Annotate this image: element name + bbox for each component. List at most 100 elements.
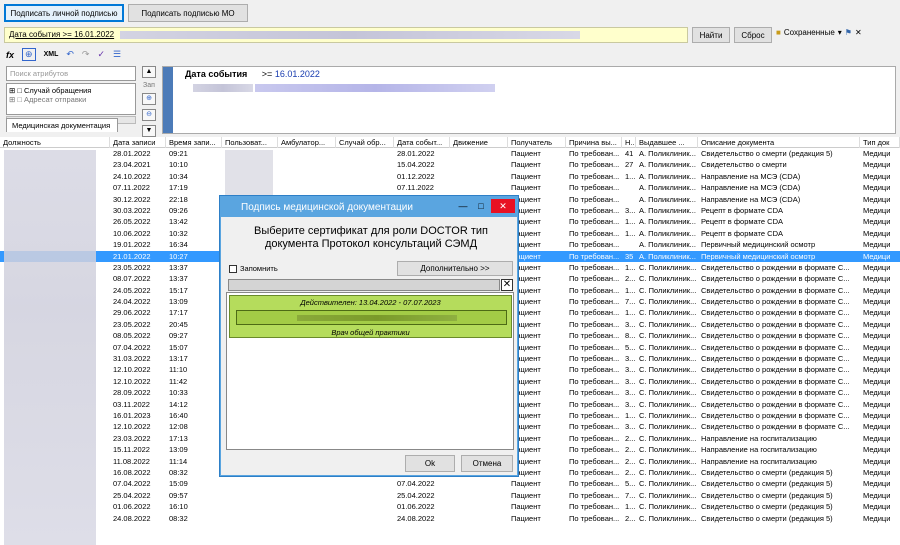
table-cell: 17:13 <box>169 433 188 443</box>
ok-button[interactable]: Ok <box>405 455 455 472</box>
table-header: Должность Дата записи Время запи... Пользов… <box>0 137 900 148</box>
table-cell: 3... <box>625 422 636 432</box>
certificate-list[interactable]: Действителен: 13.04.2022 - 07.07.2023 Вр… <box>226 292 514 450</box>
column-header[interactable]: Движение <box>450 137 508 148</box>
chevron-down-icon[interactable]: ▾ <box>838 28 842 37</box>
column-header[interactable]: Должность <box>0 137 110 148</box>
column-header[interactable]: Дата событ... <box>394 137 450 148</box>
column-header[interactable]: Н... <box>622 137 636 148</box>
table-cell <box>450 182 508 193</box>
expression-line[interactable]: Дата события >= 16.01.2022 <box>185 69 320 79</box>
saved-filters[interactable]: ■ Сохраненные ▾ ⚑ ✕ <box>776 28 862 37</box>
table-cell: 10:10 <box>169 160 188 170</box>
reset-button[interactable]: Сброс <box>734 27 772 43</box>
table-cell: Свидетельство о рождении в формате С... <box>701 410 850 420</box>
redo-icon[interactable]: ↷ <box>82 49 90 60</box>
table-row[interactable]: 23.04.2021 10:10 15.04.2022 Пациент По требо… <box>0 159 900 170</box>
table-cell: Первичный медицинский осмотр <box>701 240 816 250</box>
certificate-item[interactable]: Действителен: 13.04.2022 - 07.07.2023 Вр… <box>229 295 512 338</box>
more-options-button[interactable]: Дополнительно >> <box>397 261 513 276</box>
list-icon[interactable]: ☰ <box>113 49 121 60</box>
certificate-owner <box>236 310 507 325</box>
column-header[interactable]: Дата записи <box>110 137 166 148</box>
group-icon[interactable]: ⊕ <box>22 48 36 61</box>
table-cell: Медици <box>863 410 891 420</box>
function-icon[interactable]: fx <box>6 50 14 60</box>
expression-panel[interactable]: Дата события >= 16.01.2022 <box>162 66 896 134</box>
table-cell: С. Поликлиник... <box>639 399 697 409</box>
spellcheck-icon[interactable]: ✓ <box>97 49 105 60</box>
close-icon[interactable]: ✕ <box>491 199 515 213</box>
table-cell: С. Поликлиник... <box>639 388 697 398</box>
table-row[interactable]: 07.11.2022 17:19 07.11.2022 Пациент По требо… <box>0 182 900 193</box>
table-cell: Свидетельство о рождении в формате С... <box>701 376 850 386</box>
down-icon[interactable]: ▼ <box>142 125 156 137</box>
column-header[interactable]: Тип док <box>860 137 900 148</box>
table-cell: 11:10 <box>169 365 188 375</box>
column-header[interactable]: Амбулатор... <box>278 137 336 148</box>
table-cell: 14:12 <box>169 399 188 409</box>
table-row[interactable]: 24.10.2022 10:34 01.12.2022 Пациент По требо… <box>0 171 900 182</box>
table-cell: 23.03.2022 <box>113 433 151 443</box>
certificate-filter-input[interactable] <box>228 279 500 291</box>
table-cell: 07.04.2022 <box>113 342 151 352</box>
find-button[interactable]: Найти <box>692 27 730 43</box>
sign-personal-button[interactable]: Подписать личной подписью <box>4 4 124 22</box>
cancel-button[interactable]: Отмена <box>461 455 513 472</box>
filter-bar[interactable]: Дата события >= 16.01.2022 <box>4 27 688 43</box>
sign-mo-button[interactable]: Подписать подписью МО <box>128 4 248 22</box>
table-cell: Направление на МСЭ (CDA) <box>701 183 801 193</box>
close-icon[interactable]: ✕ <box>855 28 862 37</box>
table-cell: Медици <box>863 251 891 261</box>
table-cell: А. Поликлиник... <box>639 171 696 181</box>
table-cell: 24.04.2022 <box>113 297 151 307</box>
table-row[interactable]: 24.08.2022 08:32 24.08.2022 Пациент По требо… <box>0 513 900 524</box>
tab-medical-documentation[interactable]: Медицинская документация <box>6 118 118 132</box>
table-row[interactable]: 28.01.2022 09:21 28.01.2022 Пациент По требо… <box>0 148 900 159</box>
table-cell <box>0 273 110 284</box>
table-row[interactable]: 01.06.2022 16:10 01.06.2022 Пациент По требо… <box>0 501 900 512</box>
table-cell: По требован... <box>569 160 620 170</box>
table-cell: Медици <box>863 467 891 477</box>
table-cell: 1... <box>625 308 636 318</box>
column-header[interactable]: Случай обр... <box>336 137 394 148</box>
maximize-icon[interactable]: □ <box>473 199 489 213</box>
tree-item[interactable]: ⊞ □ Адресат отправки <box>9 95 133 104</box>
pin-icon[interactable]: ⚑ <box>845 28 852 37</box>
tree-item[interactable]: ⊞ □ Случай обращения <box>9 86 133 95</box>
table-cell: С. Поликлиник... <box>639 342 697 352</box>
attribute-tree[interactable]: ⊞ □ Случай обращения ⊞ □ Адресат отправк… <box>6 83 136 115</box>
column-header[interactable]: Время запи... <box>166 137 222 148</box>
add-icon[interactable]: ⊕ <box>142 93 156 105</box>
table-cell: С. Поликлиник... <box>639 433 697 443</box>
table-row[interactable]: 07.04.2022 15:09 07.04.2022 Пациент По требо… <box>0 478 900 489</box>
table-cell: 41 <box>625 149 634 158</box>
table-cell: По требован... <box>569 445 620 455</box>
table-cell: 11:42 <box>169 376 188 386</box>
column-header[interactable]: Пользоват... <box>222 137 278 148</box>
column-header[interactable]: Выдавшее ... <box>636 137 698 148</box>
table-row[interactable]: 25.04.2022 09:57 25.04.2022 Пациент По требо… <box>0 490 900 501</box>
table-cell <box>450 159 508 170</box>
checkbox-box[interactable] <box>229 264 237 273</box>
table-cell <box>0 501 110 512</box>
table-cell: Свидетельство о смерти (редакция 5) <box>701 502 833 512</box>
undo-icon[interactable]: ↶ <box>66 49 74 60</box>
table-cell <box>0 251 110 262</box>
table-cell <box>0 513 110 524</box>
clear-icon[interactable]: ✕ <box>501 279 513 291</box>
column-header[interactable]: Причина вы... <box>566 137 622 148</box>
remember-checkbox[interactable]: Запомнить <box>229 264 278 273</box>
remove-icon[interactable]: ⊖ <box>142 109 156 121</box>
table-cell: 08.07.2022 <box>113 274 151 284</box>
table-cell: 24.05.2022 <box>113 285 151 295</box>
xml-icon[interactable]: XML <box>44 51 59 58</box>
attribute-search-input[interactable]: Поиск атрибутов <box>6 66 136 81</box>
up-icon[interactable]: ▲ <box>142 66 156 78</box>
table-cell: По требован... <box>569 171 620 181</box>
minimize-icon[interactable]: — <box>455 199 471 213</box>
column-header[interactable]: Получатель <box>508 137 566 148</box>
column-header[interactable]: Описание документа <box>698 137 860 148</box>
filter-text[interactable]: Дата события >= 16.01.2022 <box>9 30 114 39</box>
table-cell <box>278 513 336 524</box>
